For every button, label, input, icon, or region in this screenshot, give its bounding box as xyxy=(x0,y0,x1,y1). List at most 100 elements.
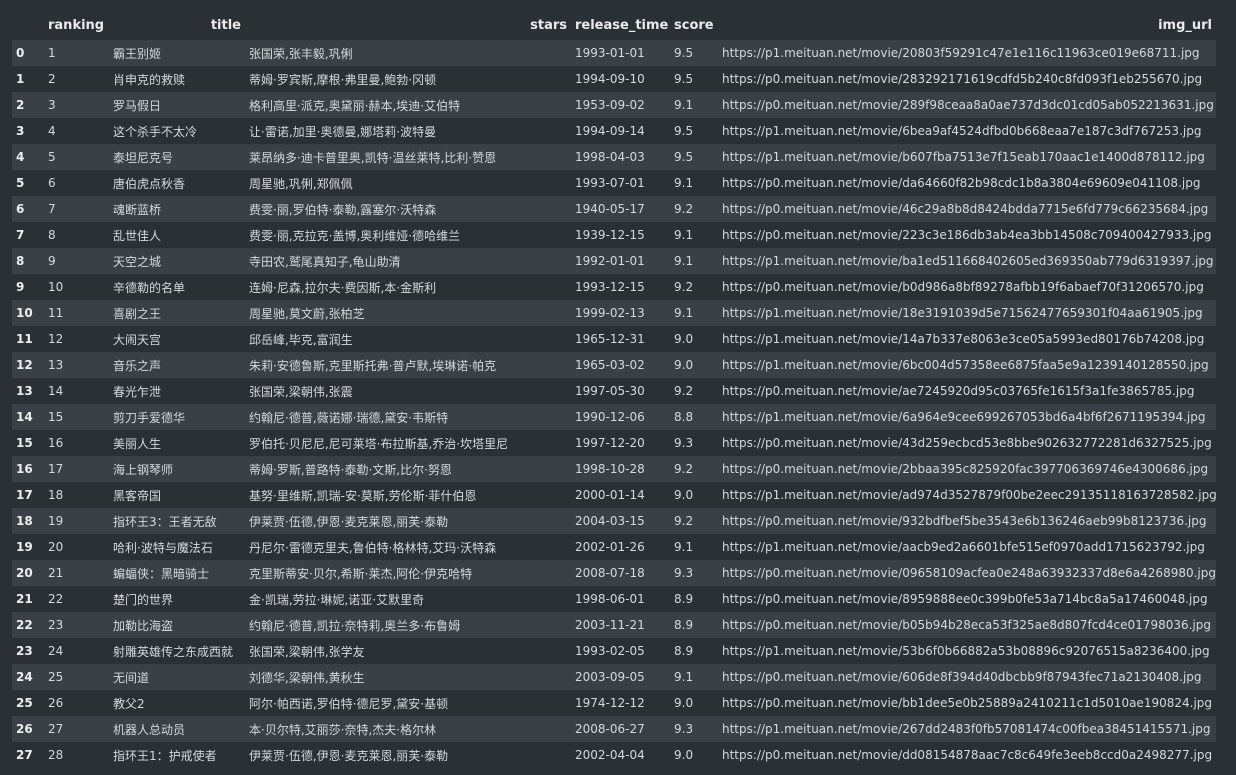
table-row: 11 12 大闹天宫 邱岳峰,毕克,富润生 1965-12-31 9.0 https://p… xyxy=(12,326,1216,352)
title-cell: 剪刀手爱德华 xyxy=(113,410,186,425)
row-index: 13 xyxy=(16,384,33,398)
table-row: 2 3 罗马假日 格利高里·派克,奥黛丽·赫本,埃迪·艾伯特 1953-09-02 9.1… xyxy=(12,92,1216,118)
score-cell: 9.5 xyxy=(674,46,694,60)
title-cell: 美丽人生 xyxy=(113,436,162,451)
score-cell: 9.0 xyxy=(674,696,694,710)
row-index: 21 xyxy=(16,592,33,606)
score-cell: 9.0 xyxy=(674,748,694,762)
column-header-title: title xyxy=(109,10,245,40)
table-row: 3 4 这个杀手不太冷 让·雷诺,加里·奥德曼,娜塔莉·波特曼 1994-09-14 9.… xyxy=(12,118,1216,144)
ranking-cell: 28 xyxy=(48,748,64,762)
table-row: 18 19 指环王3：王者无敌 伊莱贾·伍德,伊恩·麦克莱恩,丽芙·泰勒 2004-03… xyxy=(12,508,1216,534)
title-cell: 海上钢琴师 xyxy=(113,462,174,477)
img-url-cell: https://p0.meituan.net/movie/bb1dee5e0b2… xyxy=(722,696,1213,710)
img-url-cell: https://p0.meituan.net/movie/28329217161… xyxy=(722,72,1203,86)
release-time-cell: 1992-01-01 xyxy=(575,254,645,268)
ranking-cell: 26 xyxy=(48,696,64,710)
row-index: 4 xyxy=(16,150,25,164)
title-cell: 哈利·波特与魔法石 xyxy=(113,540,213,555)
title-cell: 肖申克的救赎 xyxy=(113,72,186,87)
release-time-cell: 1993-02-05 xyxy=(575,644,645,658)
score-cell: 9.0 xyxy=(674,332,694,346)
ranking-cell: 2 xyxy=(48,72,56,86)
ranking-cell: 27 xyxy=(48,722,64,736)
score-cell: 8.9 xyxy=(674,618,694,632)
row-index: 5 xyxy=(16,176,25,190)
img-url-cell: https://p1.meituan.net/movie/267dd2483f0… xyxy=(722,722,1211,736)
stars-cell: 朱莉·安德鲁斯,克里斯托弗·普卢默,埃琳诺·帕克 xyxy=(249,358,497,373)
column-header-stars: stars xyxy=(245,10,571,40)
score-cell: 9.2 xyxy=(674,462,694,476)
release-time-cell: 2004-03-15 xyxy=(575,514,645,528)
stars-cell: 费雯·丽,克拉克·盖博,奥利维娅·德哈维兰 xyxy=(249,228,461,243)
score-cell: 8.9 xyxy=(674,592,694,606)
release-time-cell: 2002-04-04 xyxy=(575,748,645,762)
table-row: 20 21 蝙蝠侠：黑暗骑士 克里斯蒂安·贝尔,希斯·莱杰,阿伦·伊克哈特 2008-0… xyxy=(12,560,1216,586)
dataframe-table: ranking title stars release_time score i… xyxy=(12,10,1216,768)
score-cell: 9.5 xyxy=(674,124,694,138)
release-time-cell: 1993-01-01 xyxy=(575,46,645,60)
img-url-cell: https://p0.meituan.net/movie/46c29a8b8d8… xyxy=(722,202,1209,216)
table-row: 15 16 美丽人生 罗伯托·贝尼尼,尼可莱塔·布拉斯基,乔治·坎塔里尼 1997-12… xyxy=(12,430,1216,456)
column-header-ranking: ranking xyxy=(44,10,109,40)
ranking-cell: 22 xyxy=(48,592,64,606)
stars-cell: 张国荣,张丰毅,巩俐 xyxy=(249,46,353,61)
title-cell: 楚门的世界 xyxy=(113,592,174,607)
img-url-cell: https://p0.meituan.net/movie/b0d986a8bf8… xyxy=(722,280,1204,294)
ranking-cell: 19 xyxy=(48,514,64,528)
release-time-cell: 2008-07-18 xyxy=(575,566,645,580)
title-cell: 指环王1：护戒使者 xyxy=(113,748,217,763)
score-cell: 9.1 xyxy=(674,306,694,320)
table-row: 10 11 喜剧之王 周星驰,莫文蔚,张柏芝 1999-02-13 9.1 https://… xyxy=(12,300,1216,326)
table-row: 16 17 海上钢琴师 蒂姆·罗斯,普路特·泰勒·文斯,比尔·努恩 1998-10-28… xyxy=(12,456,1216,482)
ranking-cell: 3 xyxy=(48,98,56,112)
img-url-cell: https://p0.meituan.net/movie/da64660f82b… xyxy=(722,176,1201,190)
table-row: 27 28 指环王1：护戒使者 伊莱贾·伍德,伊恩·麦克莱恩,丽芙·泰勒 2002-04… xyxy=(12,742,1216,768)
title-cell: 无间道 xyxy=(113,670,150,685)
img-url-cell: https://p1.meituan.net/movie/ba1ed511668… xyxy=(722,254,1214,268)
score-cell: 9.1 xyxy=(674,98,694,112)
row-index: 20 xyxy=(16,566,33,580)
ranking-cell: 20 xyxy=(48,540,64,554)
release-time-cell: 1999-02-13 xyxy=(575,306,645,320)
table-row: 26 27 机器人总动员 本·贝尔特,艾丽莎·奈特,杰夫·格尔林 2008-06-27 9… xyxy=(12,716,1216,742)
row-index: 7 xyxy=(16,228,25,242)
stars-cell: 邱岳峰,毕克,富润生 xyxy=(249,332,353,347)
row-index: 19 xyxy=(16,540,33,554)
table-header: ranking title stars release_time score i… xyxy=(12,10,1216,40)
ranking-cell: 4 xyxy=(48,124,56,138)
stars-cell: 周星驰,莫文蔚,张柏芝 xyxy=(249,306,365,321)
stars-cell: 刘德华,梁朝伟,黄秋生 xyxy=(249,670,365,685)
header-row: ranking title stars release_time score i… xyxy=(12,10,1216,40)
release-time-cell: 1998-04-03 xyxy=(575,150,645,164)
release-time-cell: 1940-05-17 xyxy=(575,202,645,216)
table-row: 19 20 哈利·波特与魔法石 丹尼尔·雷德克里夫,鲁伯特·格林特,艾玛·沃特森 200… xyxy=(12,534,1216,560)
title-cell: 泰坦尼克号 xyxy=(113,150,174,165)
score-cell: 9.5 xyxy=(674,150,694,164)
release-time-cell: 1990-12-06 xyxy=(575,410,645,424)
ranking-cell: 6 xyxy=(48,176,56,190)
row-index: 17 xyxy=(16,488,33,502)
row-index: 8 xyxy=(16,254,25,268)
score-cell: 9.1 xyxy=(674,670,694,684)
title-cell: 霸王别姬 xyxy=(113,46,162,61)
img-url-cell: https://p1.meituan.net/movie/20803f59291… xyxy=(722,46,1200,60)
score-cell: 9.3 xyxy=(674,566,694,580)
row-index: 10 xyxy=(16,306,33,320)
stars-cell: 让·雷诺,加里·奥德曼,娜塔莉·波特曼 xyxy=(249,124,437,139)
img-url-cell: https://p1.meituan.net/movie/6a964e9cee6… xyxy=(722,410,1206,424)
stars-cell: 周星驰,巩俐,郑佩佩 xyxy=(249,176,353,191)
img-url-cell: https://p0.meituan.net/movie/43d259ecbcd… xyxy=(722,436,1212,450)
ranking-cell: 1 xyxy=(48,46,56,60)
row-index: 24 xyxy=(16,670,33,684)
score-cell: 9.5 xyxy=(674,72,694,86)
release-time-cell: 2003-11-21 xyxy=(575,618,645,632)
row-index: 14 xyxy=(16,410,33,424)
stars-cell: 本·贝尔特,艾丽莎·奈特,杰夫·格尔林 xyxy=(249,722,437,737)
table-row: 21 22 楚门的世界 金·凯瑞,劳拉·琳妮,诺亚·艾默里奇 1998-06-01 8.9… xyxy=(12,586,1216,612)
ranking-cell: 8 xyxy=(48,228,56,242)
release-time-cell: 2008-06-27 xyxy=(575,722,645,736)
row-index: 22 xyxy=(16,618,33,632)
score-cell: 9.0 xyxy=(674,358,694,372)
release-time-cell: 1997-05-30 xyxy=(575,384,645,398)
